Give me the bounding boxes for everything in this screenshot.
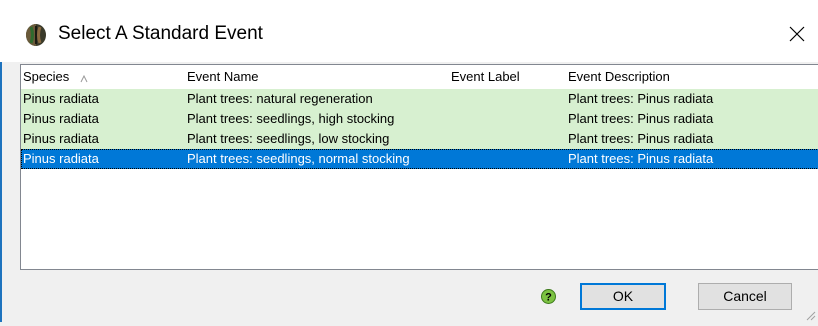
title-bar[interactable]: Select A Standard Event	[0, 0, 818, 62]
event-name-cell: Plant trees: seedlings, low stocking	[187, 131, 389, 146]
species-cell: Pinus radiata	[23, 151, 99, 166]
column-header-event-description[interactable]: Event Description	[568, 69, 670, 86]
species-cell: Pinus radiata	[23, 91, 99, 106]
ok-button[interactable]: OK	[580, 283, 666, 310]
close-button[interactable]	[776, 16, 818, 52]
standard-events-list[interactable]: Species Event Name Event Label Event Des…	[20, 64, 818, 270]
event-description-cell: Plant trees: Pinus radiata	[568, 131, 713, 146]
window-left-border	[0, 62, 2, 322]
species-cell: Pinus radiata	[23, 111, 99, 126]
table-row-selected[interactable]: Pinus radiata Plant trees: seedlings, no…	[21, 149, 818, 169]
event-name-cell: Plant trees: natural regeneration	[187, 91, 373, 106]
select-standard-event-dialog: Select A Standard Event Species Event Na…	[0, 0, 818, 322]
column-header-event-label[interactable]: Event Label	[451, 69, 520, 86]
species-cell: Pinus radiata	[23, 131, 99, 146]
list-header: Species Event Name Event Label Event Des…	[21, 65, 818, 87]
event-description-cell: Plant trees: Pinus radiata	[568, 151, 713, 166]
event-description-cell: Plant trees: Pinus radiata	[568, 111, 713, 126]
sort-ascending-icon	[80, 71, 88, 79]
resize-grip-icon[interactable]	[804, 308, 816, 320]
table-row[interactable]: Pinus radiata Plant trees: seedlings, hi…	[21, 109, 818, 129]
close-icon	[789, 26, 805, 42]
cancel-button[interactable]: Cancel	[698, 283, 792, 310]
column-header-event-name[interactable]: Event Name	[187, 69, 259, 86]
table-row[interactable]: Pinus radiata Plant trees: natural regen…	[21, 89, 818, 109]
dialog-title: Select A Standard Event	[58, 23, 263, 45]
column-header-species[interactable]: Species	[23, 69, 69, 86]
event-description-cell: Plant trees: Pinus radiata	[568, 91, 713, 106]
event-name-cell: Plant trees: seedlings, normal stocking	[187, 151, 410, 166]
svg-text:?: ?	[545, 292, 552, 304]
table-row[interactable]: Pinus radiata Plant trees: seedlings, lo…	[21, 129, 818, 149]
mixed-tree-icon	[24, 23, 48, 47]
help-icon[interactable]: ?	[541, 289, 556, 304]
event-name-cell: Plant trees: seedlings, high stocking	[187, 111, 394, 126]
